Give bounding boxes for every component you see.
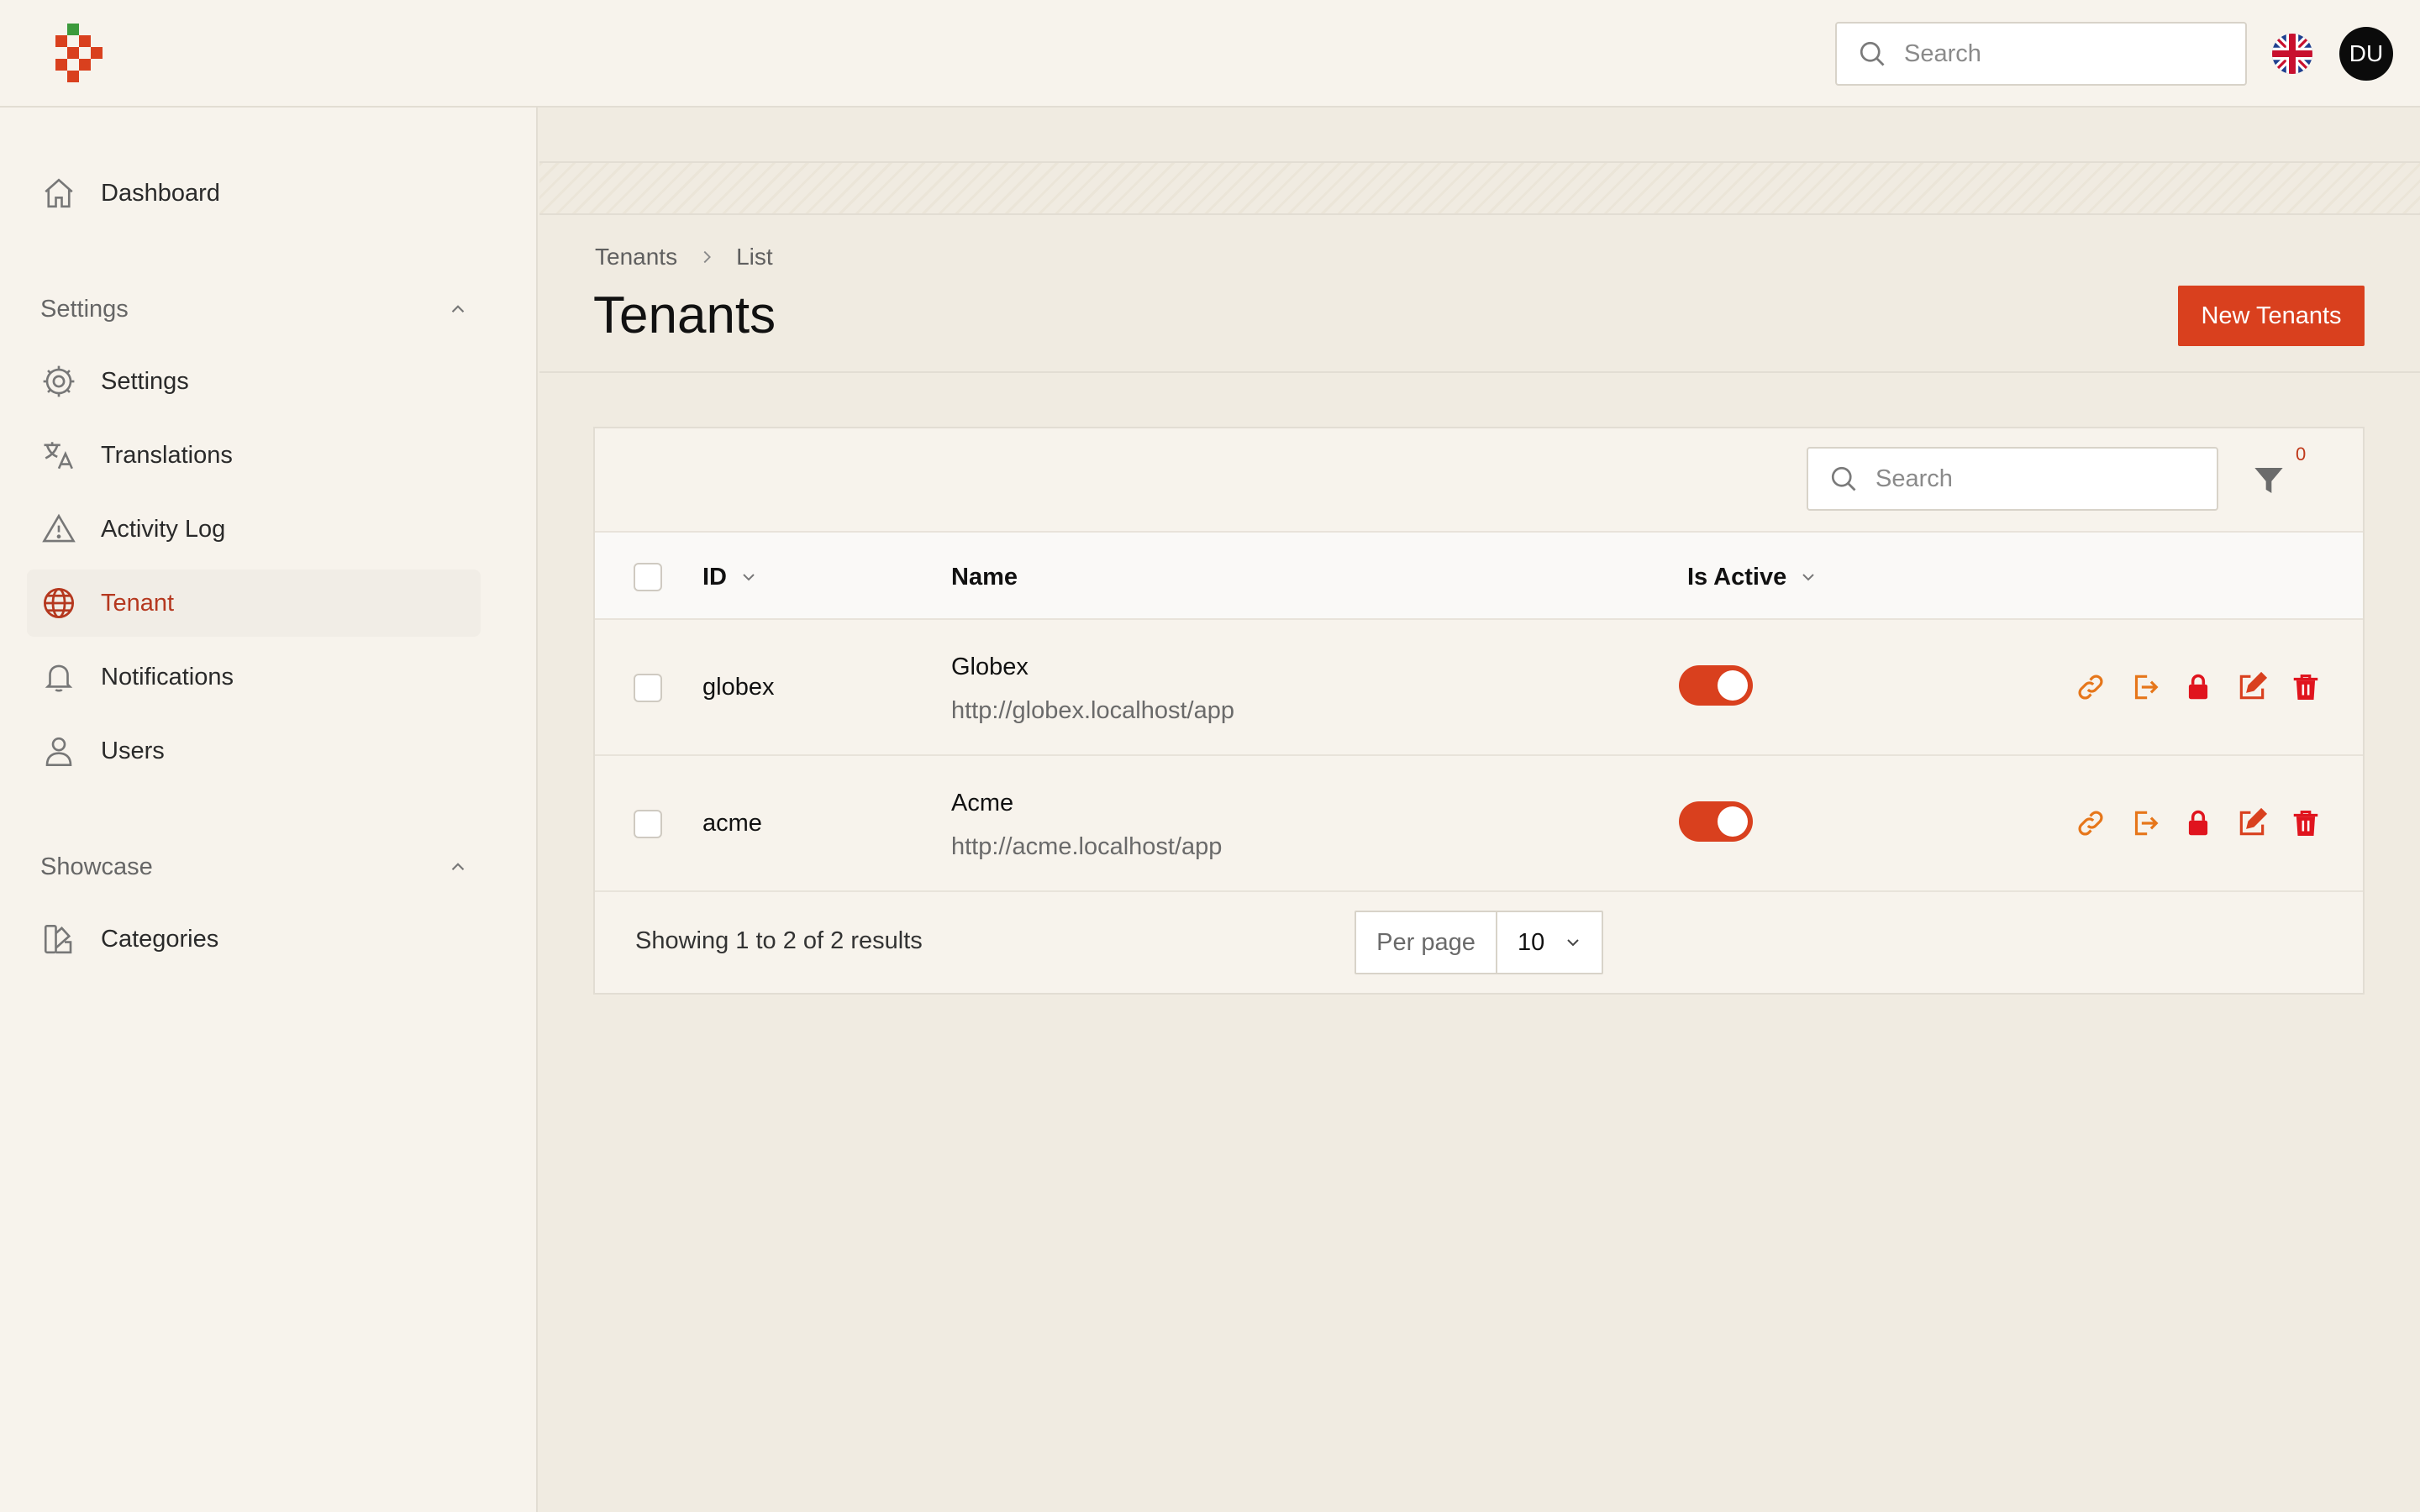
column-is-active[interactable]: Is Active [1687,533,1818,622]
row-actions [2072,669,2341,706]
logo-icon[interactable] [54,24,104,84]
user-icon [40,732,77,769]
table-toolbar: 0 [595,428,2363,531]
home-icon [40,175,77,212]
page-header: Tenants List Tenants New Tenants [539,215,2420,373]
chevron-up-icon [451,863,465,871]
results-summary: Showing 1 to 2 of 2 results [635,927,923,954]
row-name: Acme [951,790,1014,816]
column-label: ID [702,563,727,591]
header-stripe [539,161,2420,215]
row-actions [2072,805,2341,842]
sidebar-item-label: Categories [101,925,219,953]
link-icon[interactable] [2072,805,2109,842]
main-content: Tenants List Tenants New Tenants 0 ID [539,109,2420,1512]
page-title: Tenants [593,286,776,344]
chevron-down-icon [1563,932,1583,953]
sidebar-item-label: Dashboard [101,179,220,207]
column-name: Name [951,533,1018,622]
breadcrumb-tenants[interactable]: Tenants [595,244,677,270]
table-footer: Showing 1 to 2 of 2 results Per page 10 [595,892,2363,995]
showcase-group-header[interactable]: Showcase [40,842,469,892]
link-icon[interactable] [2072,669,2109,706]
row-checkbox[interactable] [634,674,662,702]
edit-icon[interactable] [2233,805,2270,842]
group-label: Settings [40,295,129,323]
trash-icon[interactable] [2287,805,2324,842]
group-label: Showcase [40,853,153,880]
sidebar-item-notifications[interactable]: Notifications [27,643,481,711]
sidebar-item-label: Notifications [101,663,234,690]
select-all-checkbox[interactable] [634,563,662,591]
filter-count-badge: 0 [2296,444,2307,465]
edit-icon[interactable] [2233,669,2270,706]
chevron-down-icon [1798,567,1818,587]
swatch-icon [40,921,77,958]
sidebar-item-categories[interactable]: Categories [27,906,481,973]
column-label: Name [951,563,1018,591]
login-icon[interactable] [2126,805,2163,842]
row-name: Globex [951,654,1028,680]
bell-icon [40,659,77,696]
sidebar-item-label: Tenant [101,589,175,617]
search-icon [1860,41,1885,66]
search-icon [1831,466,1856,491]
settings-group-header[interactable]: Settings [40,284,469,334]
row-url: http://globex.localhost/app [951,697,1234,724]
chevron-up-icon [451,305,465,313]
trash-icon[interactable] [2287,669,2324,706]
translate-icon [40,437,77,474]
sidebar-item-users[interactable]: Users [27,717,481,785]
sidebar-item-label: Settings [101,367,189,395]
globe-icon [40,585,77,622]
new-tenants-button[interactable]: New Tenants [2178,286,2365,346]
is-active-toggle[interactable] [1679,665,1753,706]
lock-icon[interactable] [2180,805,2217,842]
chevron-down-icon [739,567,759,587]
warning-icon [40,511,77,548]
login-icon[interactable] [2126,669,2163,706]
table-search-input[interactable] [1876,465,2195,493]
chevron-right-icon [697,248,716,266]
sidebar-item-label: Translations [101,441,233,469]
is-active-toggle[interactable] [1679,801,1753,842]
table-row: acme Acme http://acme.localhost/app [595,756,2363,892]
sidebar-item-label: Activity Log [101,515,226,543]
top-bar: DU [0,0,2420,108]
language-flag-icon[interactable] [2272,34,2312,74]
global-search[interactable] [1835,22,2247,86]
table-header: ID Name Is Active [595,531,2363,620]
row-url: http://acme.localhost/app [951,833,1223,860]
tenants-table-card: 0 ID Name Is Active globex Globex http:/… [593,427,2365,995]
sidebar-item-settings[interactable]: Settings [27,348,481,415]
sidebar-item-activity-log[interactable]: Activity Log [27,496,481,563]
filter-icon[interactable] [2247,459,2291,502]
row-id: globex [702,674,775,701]
sidebar-item-dashboard[interactable]: Dashboard [27,160,481,227]
per-page-selected: 10 [1518,928,1545,956]
sidebar-item-tenant[interactable]: Tenant [27,570,481,637]
breadcrumb-list: List [736,244,773,270]
table-row: globex Globex http://globex.localhost/ap… [595,620,2363,756]
user-avatar[interactable]: DU [2339,27,2393,81]
per-page-label: Per page [1356,912,1497,973]
sidebar-item-translations[interactable]: Translations [27,422,481,489]
row-id: acme [702,810,762,837]
breadcrumb: Tenants List [595,244,773,270]
per-page-value[interactable]: 10 [1497,912,1602,973]
global-search-input[interactable] [1904,39,2223,68]
column-label: Is Active [1687,563,1787,591]
row-checkbox[interactable] [634,810,662,838]
table-search[interactable] [1807,447,2218,511]
column-id[interactable]: ID [702,533,759,622]
gear-icon [40,363,77,400]
lock-icon[interactable] [2180,669,2217,706]
sidebar: Dashboard Settings Settings Translations… [0,108,538,1512]
sidebar-item-label: Users [101,737,165,764]
per-page-select[interactable]: Per page 10 [1355,911,1603,974]
